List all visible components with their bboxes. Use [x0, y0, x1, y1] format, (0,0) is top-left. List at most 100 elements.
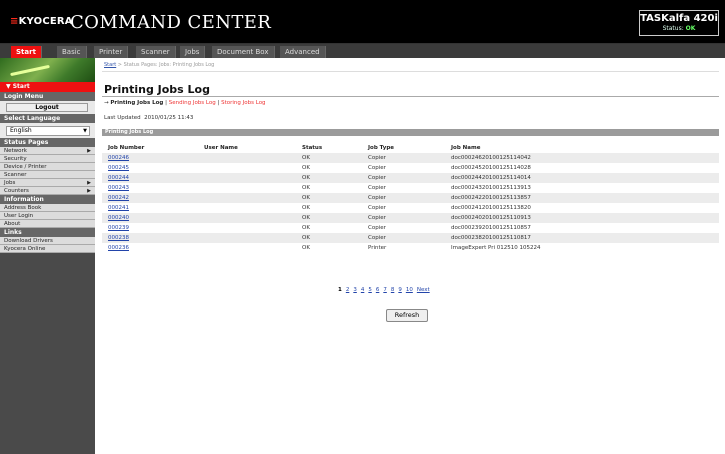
- status-cell: OK: [296, 173, 362, 183]
- job-number-link[interactable]: 000241: [108, 205, 129, 211]
- tab-jobs[interactable]: Jobs: [180, 46, 206, 58]
- status-cell: OK: [296, 153, 362, 163]
- page-link[interactable]: 9: [398, 287, 402, 293]
- page-link[interactable]: 5: [368, 287, 372, 293]
- main-tabs: Start Basic Printer Scanner Jobs Documen…: [0, 44, 725, 58]
- user-name-cell: [198, 233, 296, 243]
- job-number-link[interactable]: 000238: [108, 235, 129, 241]
- job-number-link[interactable]: 000243: [108, 185, 129, 191]
- job-number-link[interactable]: 000239: [108, 225, 129, 231]
- column-header: Job Type: [368, 145, 395, 151]
- column-header: Job Name: [451, 145, 481, 151]
- user-name-cell: [198, 183, 296, 193]
- job-name-cell: doc00024020100125110913: [445, 213, 719, 223]
- tab-basic[interactable]: Basic: [57, 46, 87, 58]
- sidebar-item-security[interactable]: Security: [0, 155, 95, 163]
- table-row: 000239 OK Copier doc00023920100125110857: [102, 223, 719, 233]
- next-page-link[interactable]: Next: [417, 287, 430, 293]
- sidebar-item-about[interactable]: About: [0, 220, 95, 228]
- tab-scanner[interactable]: Scanner: [136, 46, 176, 58]
- column-header: Status: [302, 145, 323, 151]
- job-name-cell: doc00023820100125110817: [445, 233, 719, 243]
- page-current: 1: [338, 287, 342, 293]
- table-row: 000238 OK Copier doc00023820100125110817: [102, 233, 719, 243]
- app-title: COMMAND CENTER: [70, 12, 272, 33]
- sidebar-item-kyocera-online[interactable]: Kyocera Online: [0, 245, 95, 253]
- job-type-cell: Copier: [368, 165, 386, 171]
- sidebar-item-address-book[interactable]: Address Book: [0, 204, 95, 212]
- job-number-cell: 000236: [102, 243, 198, 253]
- status-cell: OK: [296, 193, 362, 203]
- breadcrumb: Start > Status Pages: Jobs: Printing Job…: [104, 62, 215, 68]
- job-type-cell: Copier: [362, 173, 445, 183]
- sidebar-item-counters[interactable]: Counters ▶: [0, 187, 95, 195]
- pagination: 1 2 3 4 5 6 7 8 9 10 Next: [338, 287, 434, 293]
- sidebar-links-heading: Links: [0, 228, 95, 237]
- job-number-cell: 000242: [102, 193, 198, 203]
- tab-printer[interactable]: Printer: [94, 46, 129, 58]
- sidebar-item-network[interactable]: Network ▶: [0, 147, 95, 155]
- page-link[interactable]: 7: [383, 287, 387, 293]
- job-number-link[interactable]: 000246: [108, 155, 129, 161]
- job-number-link[interactable]: 000244: [108, 175, 129, 181]
- job-number-cell: 000244: [102, 173, 198, 183]
- status-cell: OK: [296, 213, 362, 223]
- subnav-sending-jobs-log[interactable]: Sending Jobs Log: [169, 100, 216, 106]
- tab-document-box[interactable]: Document Box: [212, 46, 275, 58]
- user-name-cell: [198, 223, 296, 233]
- refresh-button[interactable]: Refresh: [386, 309, 428, 322]
- tab-advanced[interactable]: Advanced: [280, 46, 326, 58]
- sidebar-item-device-printer[interactable]: Device / Printer: [0, 163, 95, 171]
- job-type-cell: Copier: [362, 213, 445, 223]
- page-link[interactable]: 10: [406, 287, 413, 293]
- language-select[interactable]: English ▼: [6, 126, 90, 136]
- job-number-link[interactable]: 000240: [108, 215, 129, 221]
- logout-button[interactable]: Logout: [6, 103, 88, 112]
- job-number-link[interactable]: 000236: [108, 245, 129, 251]
- job-number-link[interactable]: 000245: [108, 165, 129, 171]
- page-link[interactable]: 3: [353, 287, 357, 293]
- status-cell: OK: [302, 165, 310, 171]
- page-title: Printing Jobs Log: [104, 83, 210, 96]
- subnav-storing-jobs-log[interactable]: Storing Jobs Log: [221, 100, 265, 106]
- chevron-right-icon: ▶: [87, 180, 91, 186]
- status-cell: OK: [302, 225, 310, 231]
- arrow-right-icon: →: [104, 100, 109, 106]
- sidebar-start[interactable]: ▼ Start: [0, 82, 95, 92]
- divider: [102, 96, 719, 97]
- job-number-cell: 000239: [102, 223, 198, 233]
- sidebar: ▼ Start Login Menu Logout Select Languag…: [0, 58, 95, 454]
- divider: [102, 71, 719, 72]
- page-link[interactable]: 2: [346, 287, 350, 293]
- job-number-cell: 000245: [102, 163, 198, 173]
- log-subnav: → Printing Jobs Log | Sending Jobs Log |…: [104, 100, 266, 106]
- job-name-cell: doc00023920100125110857: [451, 225, 531, 231]
- user-name-cell: [198, 213, 296, 223]
- breadcrumb-start-link[interactable]: Start: [104, 62, 116, 68]
- tab-start[interactable]: Start: [11, 46, 42, 58]
- status-cell: OK: [296, 233, 362, 243]
- last-updated: Last Updated 2010/01/25 11:43: [104, 115, 194, 121]
- user-name-cell: [198, 163, 296, 173]
- table-row: 000236 OK Printer ImageExpert Pri 012510 10…: [102, 243, 719, 253]
- job-name-cell: ImageExpert Pri 012510 105224: [451, 245, 541, 251]
- device-model: TASKalfa 420i: [640, 13, 718, 24]
- page-link[interactable]: 4: [361, 287, 365, 293]
- job-name-cell: doc00024620100125114042: [445, 153, 719, 163]
- job-name-cell: doc00024520100125114028: [451, 165, 531, 171]
- page-link[interactable]: 8: [391, 287, 395, 293]
- job-number-link[interactable]: 000242: [108, 195, 129, 201]
- main-content: Start > Status Pages: Jobs: Printing Job…: [96, 58, 725, 454]
- page-link[interactable]: 6: [376, 287, 380, 293]
- sidebar-item-scanner[interactable]: Scanner: [0, 171, 95, 179]
- table-row: 000240 OK Copier doc00024020100125110913: [102, 213, 719, 223]
- column-header: User Name: [204, 145, 238, 151]
- job-number-cell: 000246: [102, 153, 198, 163]
- sidebar-status-pages-heading: Status Pages: [0, 138, 95, 147]
- sidebar-item-download-drivers[interactable]: Download Drivers: [0, 237, 95, 245]
- sidebar-item-jobs[interactable]: Jobs ▶: [0, 179, 95, 187]
- job-type-cell: Printer: [368, 245, 387, 251]
- job-type-cell: Copier: [362, 233, 445, 243]
- status-cell: OK: [302, 245, 310, 251]
- sidebar-item-user-login[interactable]: User Login: [0, 212, 95, 220]
